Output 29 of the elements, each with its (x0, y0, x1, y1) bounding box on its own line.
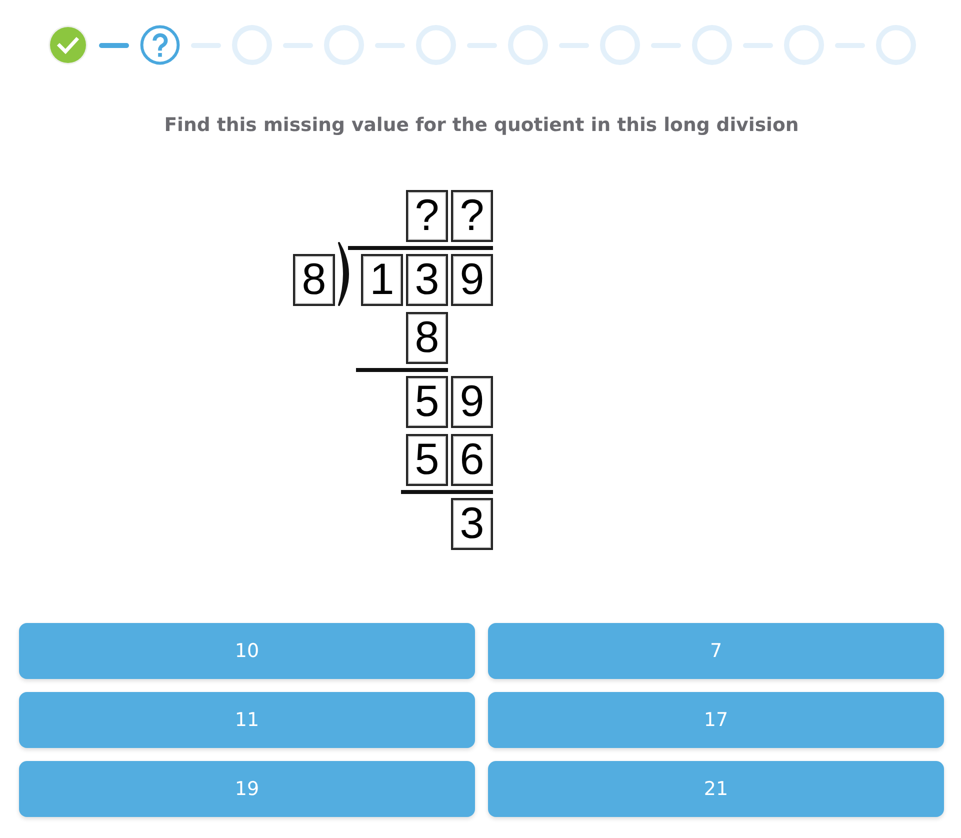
digit-box: 5 (406, 434, 448, 486)
divisor-box: 8 (293, 254, 335, 306)
digit-box: 9 (451, 376, 493, 428)
digit-box: 6 (451, 434, 493, 486)
progress-connector (742, 42, 772, 48)
progress-connector (98, 42, 128, 48)
answer-button[interactable]: 21 (488, 761, 944, 817)
missing-digit-box: ? (406, 190, 448, 242)
answer-button[interactable]: 17 (488, 692, 944, 748)
digit-box: 3 (451, 498, 493, 550)
answer-button[interactable]: 10 (19, 623, 475, 679)
progress-connector (282, 42, 312, 48)
digit-box: 8 (406, 312, 448, 364)
question-text: Find this missing value for the quotient in this long division (164, 114, 799, 138)
digit-box: 5 (406, 376, 448, 428)
missing-digit-box: ? (451, 190, 493, 242)
progress-connector (466, 42, 496, 48)
progress-connector (374, 42, 404, 48)
answer-button[interactable]: 7 (488, 623, 944, 679)
answer-button[interactable]: 11 (19, 692, 475, 748)
progress-connector (190, 42, 220, 48)
digit-box: 3 (406, 254, 448, 306)
progress-connector (650, 42, 680, 48)
digit-box: 1 (361, 254, 403, 306)
progress-connector (834, 42, 864, 48)
answer-button[interactable]: 19 (19, 761, 475, 817)
progress-connector (558, 42, 588, 48)
digit-box: 9 (451, 254, 493, 306)
division-bracket (338, 242, 352, 306)
